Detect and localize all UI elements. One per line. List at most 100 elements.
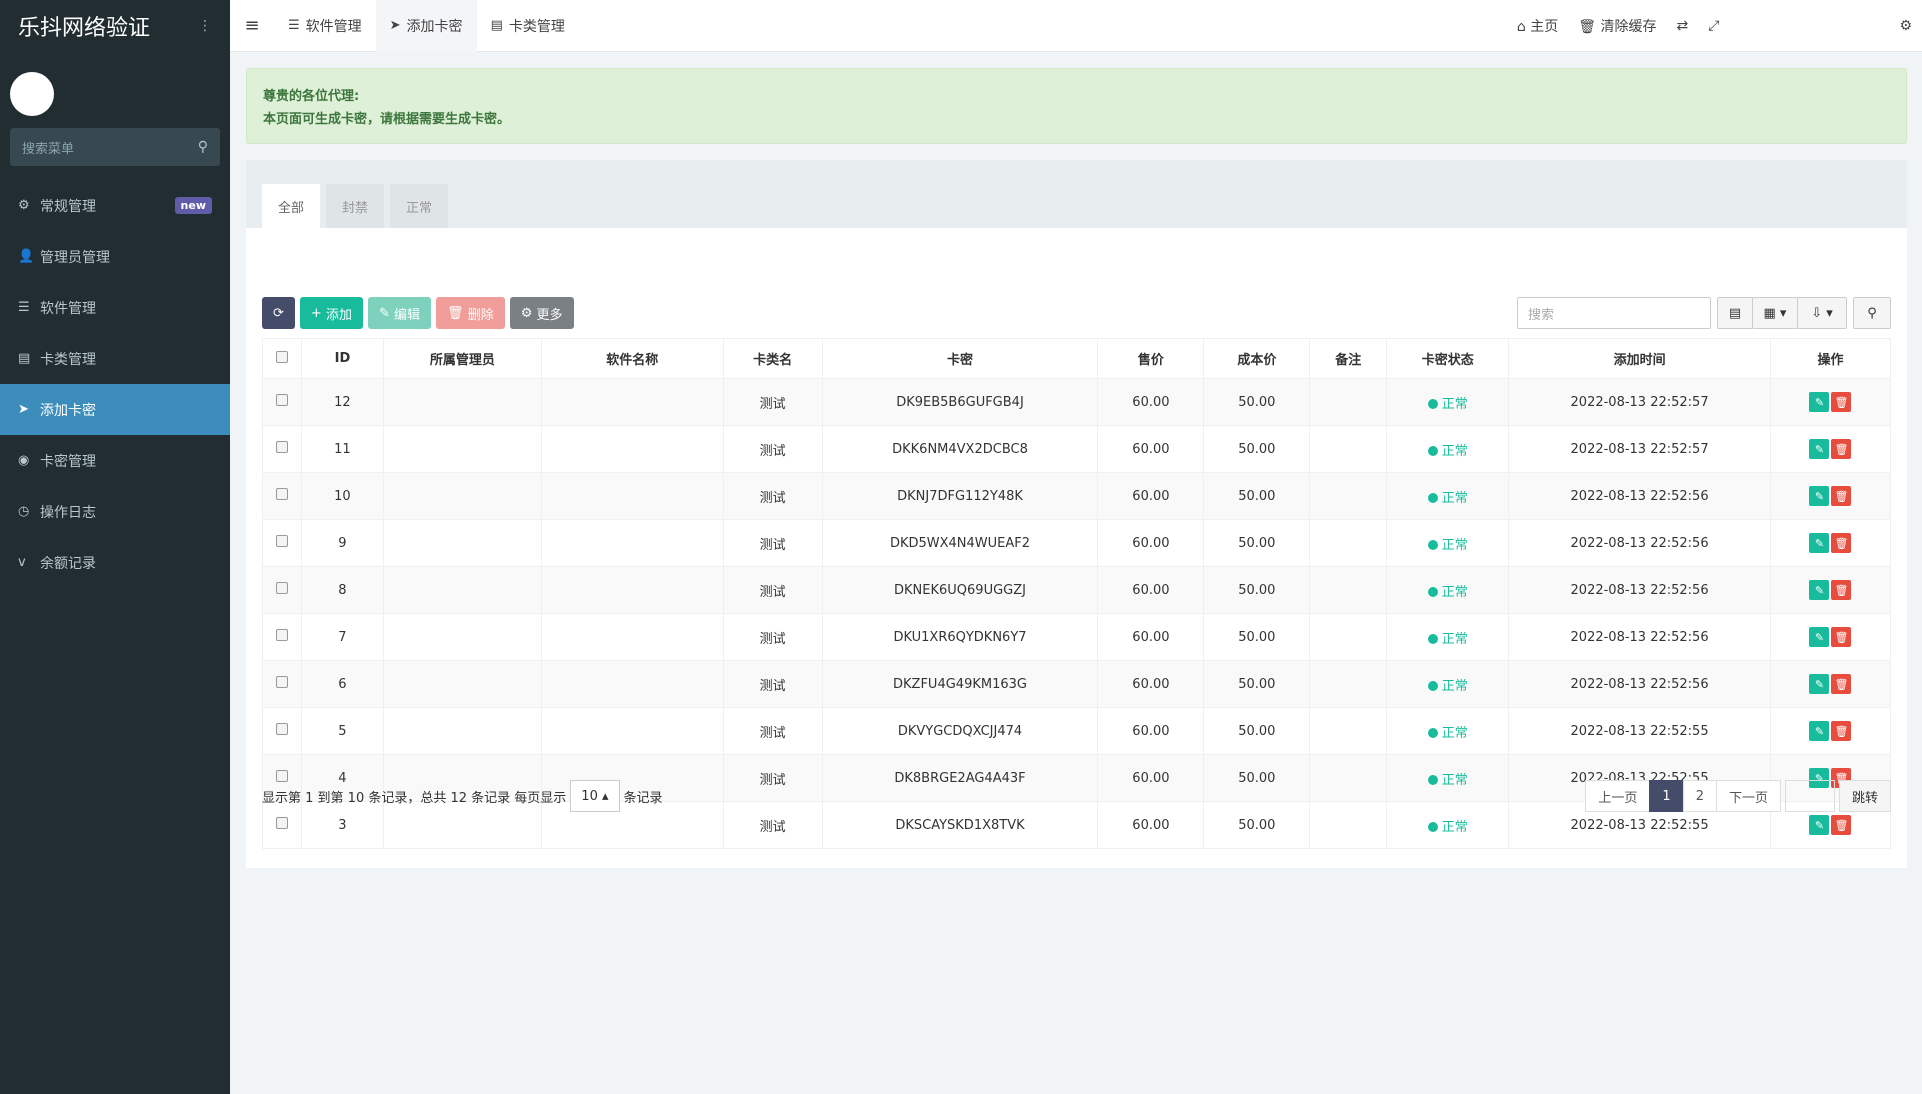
delete-label: 删除 bbox=[467, 307, 494, 323]
table-row[interactable]: 8 测试 DKNEK6UQ69UGGZJ 60.00 50.00 正常 2022-08-13… bbox=[262, 566, 1892, 614]
edit-row-button[interactable]: ✎ bbox=[1809, 439, 1830, 459]
cell-status[interactable]: 正常 bbox=[1386, 566, 1510, 614]
col-admin[interactable]: 所属管理员 bbox=[382, 338, 542, 379]
delete-row-button[interactable]: 🗑 bbox=[1831, 533, 1852, 553]
search-button[interactable]: ⚲ bbox=[1853, 297, 1891, 329]
sidebar-item-card-types[interactable]: ▤ 卡类管理 bbox=[0, 333, 230, 384]
cell-status[interactable]: 正常 bbox=[1386, 378, 1510, 426]
sidebar-item-general[interactable]: ⚙ 常规管理 new bbox=[0, 180, 230, 231]
edit-row-button[interactable]: ✎ bbox=[1809, 721, 1830, 741]
cell-status[interactable]: 正常 bbox=[1386, 519, 1510, 567]
row-checkbox[interactable] bbox=[262, 425, 302, 473]
row-checkbox[interactable] bbox=[262, 378, 302, 426]
row-checkbox[interactable] bbox=[262, 707, 302, 755]
cell-status[interactable]: 正常 bbox=[1386, 660, 1510, 708]
next-page-button[interactable]: 下一页 bbox=[1715, 780, 1781, 812]
row-checkbox[interactable] bbox=[262, 613, 302, 661]
export-button[interactable]: ⇩ ▾ bbox=[1797, 297, 1847, 329]
clear-cache-link[interactable]: 🗑 清除缓存 bbox=[1568, 16, 1666, 36]
delete-row-button[interactable]: 🗑 bbox=[1831, 392, 1852, 412]
row-checkbox[interactable] bbox=[262, 566, 302, 614]
edit-row-button[interactable]: ✎ bbox=[1809, 580, 1830, 600]
cell-status[interactable]: 正常 bbox=[1386, 472, 1510, 520]
table-row[interactable]: 6 测试 DKZFU4G49KM163G 60.00 50.00 正常 2022-08-13… bbox=[262, 660, 1892, 708]
tab-add-cards[interactable]: ➤ 添加卡密 bbox=[375, 0, 477, 52]
refresh-button[interactable]: ⟳ bbox=[262, 297, 295, 329]
columns-button[interactable]: ▦ ▾ bbox=[1752, 297, 1798, 329]
sidebar-item-add-cards[interactable]: ➤ 添加卡密 bbox=[0, 384, 230, 435]
tab-normal[interactable]: 正常 bbox=[390, 184, 449, 228]
table-row[interactable]: 5 测试 DKVYGCDQXCJJ474 60.00 50.00 正常 2022-08-13… bbox=[262, 707, 1892, 755]
delete-row-button[interactable]: 🗑 bbox=[1831, 580, 1852, 600]
tab-banned[interactable]: 封禁 bbox=[326, 184, 385, 228]
col-card[interactable]: 卡密 bbox=[821, 338, 1099, 379]
tab-software[interactable]: ☰ 软件管理 bbox=[274, 0, 376, 52]
tab-all[interactable]: 全部 bbox=[262, 184, 321, 228]
home-link[interactable]: ⌂ 主页 bbox=[1507, 16, 1568, 36]
select-all-checkbox[interactable] bbox=[262, 338, 302, 379]
jump-page-input[interactable] bbox=[1784, 780, 1835, 812]
edit-button[interactable]: ✎ 编辑 bbox=[367, 297, 432, 329]
cell-cost: 50.00 bbox=[1203, 519, 1311, 567]
page-1-button[interactable]: 1 bbox=[1649, 780, 1684, 812]
edit-row-button[interactable]: ✎ bbox=[1809, 627, 1830, 647]
table-row[interactable]: 7 测试 DKU1XR6QYDKN6Y7 60.00 50.00 正常 2022-08-13… bbox=[262, 613, 1892, 661]
row-checkbox[interactable] bbox=[262, 660, 302, 708]
delete-button[interactable]: 🗑 删除 bbox=[436, 297, 505, 329]
table-row[interactable]: 9 测试 DKD5WX4N4WUEAF2 60.00 50.00 正常 2022-08-13… bbox=[262, 519, 1892, 567]
col-time[interactable]: 添加时间 bbox=[1508, 338, 1771, 379]
col-price[interactable]: 售价 bbox=[1097, 338, 1205, 379]
prev-page-button[interactable]: 上一页 bbox=[1585, 780, 1651, 812]
toggle-view-button[interactable]: ▤ bbox=[1717, 297, 1753, 329]
cell-status[interactable]: 正常 bbox=[1386, 613, 1510, 661]
edit-row-button[interactable]: ✎ bbox=[1809, 815, 1830, 835]
cogs-icon[interactable]: ⚙ bbox=[1889, 18, 1922, 34]
col-id[interactable]: ID bbox=[300, 338, 384, 379]
delete-row-button[interactable]: 🗑 bbox=[1831, 439, 1852, 459]
add-button[interactable]: + 添加 bbox=[299, 297, 363, 329]
sidebar-item-software[interactable]: ☰ 软件管理 bbox=[0, 282, 230, 333]
edit-row-button[interactable]: ✎ bbox=[1809, 533, 1830, 553]
search-icon[interactable]: ⚲ bbox=[198, 139, 208, 155]
cell-note bbox=[1309, 425, 1388, 473]
cell-status[interactable]: 正常 bbox=[1386, 707, 1510, 755]
delete-row-button[interactable]: 🗑 bbox=[1831, 486, 1852, 506]
page-size-select[interactable]: 10 ▴ bbox=[570, 780, 620, 812]
more-button[interactable]: ⚙ 更多 bbox=[509, 297, 574, 329]
sidebar-item-card-management[interactable]: ◉ 卡密管理 bbox=[0, 435, 230, 486]
row-checkbox[interactable] bbox=[262, 519, 302, 567]
language-icon[interactable]: ⇄ bbox=[1667, 18, 1699, 34]
avatar[interactable] bbox=[10, 72, 54, 116]
edit-row-button[interactable]: ✎ bbox=[1809, 486, 1830, 506]
page-2-button[interactable]: 2 bbox=[1682, 780, 1717, 812]
table-search-input[interactable]: 搜索 bbox=[1517, 297, 1711, 329]
jump-button[interactable]: 跳转 bbox=[1838, 780, 1891, 812]
edit-row-button[interactable]: ✎ bbox=[1809, 674, 1830, 694]
col-cost[interactable]: 成本价 bbox=[1203, 338, 1311, 379]
cell-type: 测试 bbox=[722, 707, 823, 755]
delete-row-button[interactable]: 🗑 bbox=[1831, 815, 1852, 835]
table-row[interactable]: 11 测试 DKK6NM4VX2DCBC8 60.00 50.00 正常 2022-08-1… bbox=[262, 425, 1892, 473]
more-vertical-icon[interactable]: ⋮ bbox=[198, 18, 212, 34]
sidebar-item-label: 卡类管理 bbox=[40, 351, 96, 368]
menu-search-input[interactable]: 搜索菜单 ⚲ bbox=[10, 128, 220, 166]
sidebar-item-admins[interactable]: 👤 管理员管理 bbox=[0, 231, 230, 282]
fullscreen-icon[interactable]: ⤢ bbox=[1698, 18, 1729, 34]
col-note[interactable]: 备注 bbox=[1309, 338, 1388, 379]
delete-row-button[interactable]: 🗑 bbox=[1831, 674, 1852, 694]
delete-row-button[interactable]: 🗑 bbox=[1831, 721, 1852, 741]
sidebar-item-balance[interactable]: v 余额记录 bbox=[0, 537, 230, 588]
cell-status[interactable]: 正常 bbox=[1386, 425, 1510, 473]
col-status[interactable]: 卡密状态 bbox=[1386, 338, 1510, 379]
table-row[interactable]: 10 测试 DKNJ7DFG112Y48K 60.00 50.00 正常 2022-08-1… bbox=[262, 472, 1892, 520]
edit-row-button[interactable]: ✎ bbox=[1809, 392, 1830, 412]
table-row[interactable]: 12 测试 DK9EB5B6GUFGB4J 60.00 50.00 正常 2022-08-1… bbox=[262, 378, 1892, 426]
menu-toggle-icon[interactable]: ≡ bbox=[230, 15, 274, 36]
col-software[interactable]: 软件名称 bbox=[540, 338, 724, 379]
tab-card-types[interactable]: ▤ 卡类管理 bbox=[477, 0, 579, 52]
row-checkbox[interactable] bbox=[262, 472, 302, 520]
delete-row-button[interactable]: 🗑 bbox=[1831, 627, 1852, 647]
col-type[interactable]: 卡类名 bbox=[722, 338, 823, 379]
logo[interactable]: 乐抖网络验证 ⋮ bbox=[0, 0, 230, 52]
sidebar-item-logs[interactable]: ◷ 操作日志 bbox=[0, 486, 230, 537]
